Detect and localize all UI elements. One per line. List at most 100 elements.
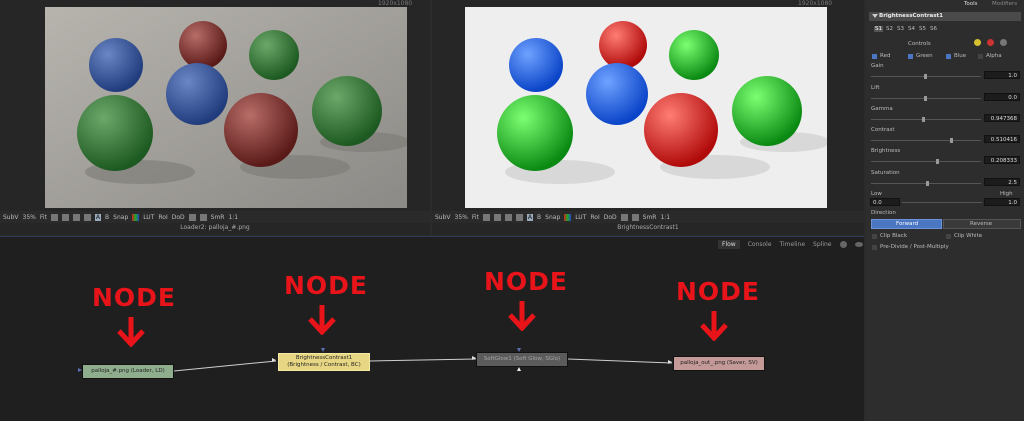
buffer-b-button[interactable]: B: [105, 214, 109, 221]
slot-s2[interactable]: S2: [886, 26, 893, 32]
viewer-right[interactable]: 1920x1080 SubV 35% Fit A B Snap LUT RoI …: [432, 0, 864, 235]
lut-button[interactable]: LUT: [143, 214, 154, 221]
forward-label: Forward: [896, 221, 919, 227]
gain-slider-handle[interactable]: [924, 74, 927, 79]
forward-button[interactable]: Forward: [871, 219, 942, 229]
contrast-slider[interactable]: [871, 140, 981, 141]
flow-view[interactable]: Flow Console Timeline Spline NODE NODE N…: [0, 236, 864, 421]
histogram-icon[interactable]: [493, 213, 501, 221]
histogram-icon[interactable]: [61, 213, 69, 221]
roi-button[interactable]: RoI: [590, 214, 599, 221]
snap-button[interactable]: Snap: [545, 214, 560, 221]
tool-header[interactable]: BrightnessContrast1: [869, 12, 1021, 21]
blue-checkbox[interactable]: [946, 54, 951, 59]
soft-glow-node[interactable]: SoftGlow1 (Soft Glow, SGlo): [476, 352, 568, 367]
clip-black-checkbox[interactable]: [872, 234, 877, 239]
contrast-slider-handle[interactable]: [950, 138, 953, 143]
clip-white-checkbox[interactable]: [946, 234, 951, 239]
lock-icon[interactable]: [620, 213, 628, 221]
contrast-label: Contrast: [871, 127, 895, 133]
reverse-button[interactable]: Reverse: [943, 219, 1021, 229]
lift-value[interactable]: 0.0: [984, 93, 1020, 101]
pick-icon[interactable]: [72, 213, 80, 221]
node-label: palloja_out_.png (Saver, SV): [680, 360, 758, 366]
dod-button[interactable]: DoD: [172, 214, 185, 221]
color-channel-icon[interactable]: [132, 213, 140, 221]
color-channel-icon[interactable]: [564, 213, 572, 221]
checker-icon[interactable]: [199, 213, 207, 221]
alpha-checkbox[interactable]: [978, 54, 983, 59]
snap-button[interactable]: Snap: [113, 214, 128, 221]
slot-s5[interactable]: S5: [919, 26, 926, 32]
contrast-value[interactable]: 0.510416: [984, 135, 1020, 143]
roi-button[interactable]: RoI: [158, 214, 167, 221]
slot-s4[interactable]: S4: [908, 26, 915, 32]
saturation-value[interactable]: 2.5: [984, 178, 1020, 186]
direction-label: Direction: [871, 210, 896, 216]
subview-button[interactable]: SubV: [435, 214, 451, 221]
gamma-slider[interactable]: [871, 119, 981, 120]
lock-icon[interactable]: [188, 213, 196, 221]
buffer-b-button[interactable]: B: [537, 214, 541, 221]
fit-button[interactable]: Fit: [40, 214, 47, 221]
red-checkbox[interactable]: [872, 54, 877, 59]
viewer-right-image: [465, 7, 827, 208]
gradient-icon[interactable]: [515, 213, 523, 221]
buffer-a-button[interactable]: A: [94, 213, 102, 221]
tab-tools[interactable]: Tools: [964, 1, 978, 7]
high-value[interactable]: 1.0: [984, 198, 1020, 206]
brightness-contrast-node[interactable]: BrightnessContrast1 (Brightness / Contra…: [278, 353, 370, 371]
smr-button[interactable]: SmR: [643, 214, 657, 221]
zoom-level[interactable]: 35%: [23, 214, 36, 221]
viewer-right-toolbar: SubV 35% Fit A B Snap LUT RoI DoD SmR 1:…: [432, 211, 864, 223]
dod-button[interactable]: DoD: [604, 214, 617, 221]
waveform-icon[interactable]: [50, 213, 58, 221]
info-icon[interactable]: [1000, 39, 1007, 46]
one-to-one-button[interactable]: 1:1: [228, 214, 238, 221]
tool-title: BrightnessContrast1: [879, 13, 943, 19]
buffer-a-button[interactable]: A: [526, 213, 534, 221]
fit-button[interactable]: Fit: [472, 214, 479, 221]
low-label: Low: [871, 191, 882, 197]
gradient-icon[interactable]: [83, 213, 91, 221]
slot-s3[interactable]: S3: [897, 26, 904, 32]
node-annotation: NODE: [676, 277, 761, 306]
viewer-left[interactable]: 1920x1080 SubV 35% Fit A B Snap LUT RoI …: [0, 0, 430, 235]
pick-icon[interactable]: [504, 213, 512, 221]
brightness-value[interactable]: 0.208333: [984, 156, 1020, 164]
connection-line: [173, 360, 277, 372]
brightness-slider-handle[interactable]: [936, 159, 939, 164]
smr-button[interactable]: SmR: [211, 214, 225, 221]
zoom-level[interactable]: 35%: [455, 214, 468, 221]
clip-black-label: Clip Black: [880, 233, 908, 239]
low-value[interactable]: 0.0: [870, 198, 900, 206]
viewer-left-image: [45, 7, 407, 208]
waveform-icon[interactable]: [482, 213, 490, 221]
connection-line: [369, 358, 477, 362]
saver-node[interactable]: palloja_out_.png (Saver, SV): [673, 356, 765, 371]
slot-s6[interactable]: S6: [930, 26, 937, 32]
gamma-value[interactable]: 0.947368: [984, 114, 1020, 122]
low-high-range[interactable]: [902, 202, 982, 203]
lut-button[interactable]: LUT: [575, 214, 586, 221]
radiation-icon[interactable]: [974, 39, 981, 46]
tab-modifiers[interactable]: Modifiers: [992, 1, 1017, 7]
red-label: Red: [880, 53, 891, 59]
green-checkbox[interactable]: [908, 54, 913, 59]
collapse-arrow-icon[interactable]: [872, 14, 878, 18]
gain-value[interactable]: 1.0: [984, 71, 1020, 79]
viewer-right-caption: BrightnessContrast1: [617, 224, 679, 231]
pre-divide-checkbox[interactable]: [872, 245, 877, 250]
saturation-slider-handle[interactable]: [926, 181, 929, 186]
controls-label: Controls: [908, 41, 931, 47]
brightness-slider[interactable]: [871, 161, 981, 162]
checker-icon[interactable]: [631, 213, 639, 221]
lift-slider-handle[interactable]: [924, 96, 927, 101]
reset-icon[interactable]: [987, 39, 994, 46]
slot-s1[interactable]: S1: [874, 26, 883, 32]
one-to-one-button[interactable]: 1:1: [660, 214, 670, 221]
gamma-slider-handle[interactable]: [922, 117, 925, 122]
loader-node[interactable]: palloja_#.png (Loader, LD): [82, 364, 174, 379]
subview-button[interactable]: SubV: [3, 214, 19, 221]
high-label: High: [1000, 191, 1013, 197]
